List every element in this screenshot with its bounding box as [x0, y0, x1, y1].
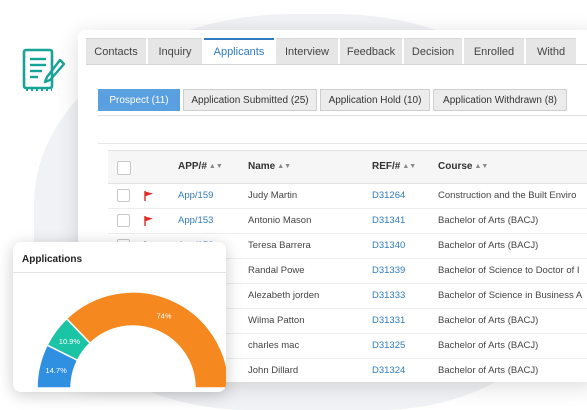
- column-header-course[interactable]: Course ▲▼: [438, 151, 488, 183]
- cell-ref-number[interactable]: D31333: [372, 283, 405, 308]
- cell-name: Alezabeth jorden: [248, 290, 320, 301]
- cell-ref-number[interactable]: D31340: [372, 233, 405, 258]
- status-pill-0[interactable]: Prospect (11): [98, 89, 180, 111]
- sort-icon: ▲▼: [208, 163, 223, 170]
- cell-course: Bachelor of Arts (BACJ): [438, 315, 539, 326]
- column-header-ref[interactable]: REF/# ▲▼: [372, 151, 416, 183]
- cell-name: charles mac: [248, 340, 300, 351]
- cell-name: Randal Powe: [248, 265, 305, 276]
- cell-name: John Dillard: [248, 365, 299, 376]
- tab-contacts[interactable]: Contacts: [86, 38, 146, 65]
- cell-course: Bachelor of Arts (BACJ): [438, 340, 539, 351]
- cell-name: Teresa Barrera: [248, 240, 311, 251]
- cell-ref-number[interactable]: D31339: [372, 258, 405, 283]
- status-pill-2[interactable]: Application Hold (10): [320, 89, 430, 111]
- cell-name: Wilma Patton: [248, 315, 305, 326]
- gauge-slice-2[interactable]: [65, 291, 226, 389]
- filter-divider: [98, 115, 587, 116]
- sort-icon: ▲▼: [474, 163, 489, 170]
- cell-course: Bachelor of Arts (BACJ): [438, 365, 539, 376]
- gauge-slice-label: 10.9%: [59, 337, 81, 346]
- applications-gauge-chart: 14.7% 10.9% 74%: [36, 291, 226, 389]
- cell-name: Judy Martin: [248, 190, 298, 201]
- table-row[interactable]: App/153 Antonio Mason D31341 Bachelor of Ar…: [108, 208, 587, 234]
- tab-feedback[interactable]: Feedback: [340, 38, 402, 65]
- tab-decision[interactable]: Decision: [404, 38, 462, 65]
- cell-app-number[interactable]: App/153: [178, 208, 213, 233]
- row-checkbox[interactable]: [117, 189, 130, 202]
- cell-ref-number[interactable]: D31324: [372, 358, 405, 382]
- tab-applicants[interactable]: Applicants: [204, 38, 274, 66]
- toolbar-divider: [98, 143, 587, 144]
- row-checkbox[interactable]: [117, 214, 130, 227]
- cell-ref-number[interactable]: D31264: [372, 183, 405, 208]
- table-row[interactable]: App/159 Judy Martin D31264 Construction and…: [108, 183, 587, 209]
- table-header: APP/# ▲▼ Name ▲▼ REF/# ▲▼ Course ▲▼: [108, 150, 587, 184]
- column-header-app[interactable]: APP/# ▲▼: [178, 151, 223, 183]
- tab-divider: [86, 64, 587, 65]
- applications-card: Applications 14.7% 10.9% 74%: [13, 242, 226, 392]
- status-pill-3[interactable]: Application Withdrawn (8): [433, 89, 567, 111]
- cell-ref-number[interactable]: D31331: [372, 308, 405, 333]
- tab-inquiry[interactable]: Inquiry: [148, 38, 202, 65]
- cell-name: Antonio Mason: [248, 215, 312, 226]
- gauge-slice-label: 14.7%: [45, 366, 67, 375]
- tab-withd[interactable]: Withd: [526, 38, 576, 65]
- status-pill-1[interactable]: Application Submitted (25): [183, 89, 317, 111]
- gauge-slice-label: 74%: [157, 311, 172, 320]
- cell-course: Bachelor of Arts (BACJ): [438, 215, 539, 226]
- cell-app-number[interactable]: App/159: [178, 183, 213, 208]
- sort-icon: ▲▼: [277, 163, 292, 170]
- tab-enrolled[interactable]: Enrolled: [464, 38, 524, 65]
- tab-interview[interactable]: Interview: [276, 38, 338, 65]
- document-edit-icon: [22, 48, 66, 91]
- cell-course: Bachelor of Arts (BACJ): [438, 240, 539, 251]
- cell-course: Bachelor of Science in Business A: [438, 290, 583, 301]
- tab-bar: Contacts Inquiry Applicants Interview Feedba…: [86, 38, 578, 66]
- select-all-checkbox[interactable]: [117, 161, 131, 175]
- cell-course: Construction and the Built Enviro: [438, 190, 577, 201]
- flag-icon[interactable]: [143, 215, 155, 227]
- cell-ref-number[interactable]: D31325: [372, 333, 405, 358]
- column-header-name[interactable]: Name ▲▼: [248, 151, 291, 183]
- sort-icon: ▲▼: [402, 163, 417, 170]
- flag-icon[interactable]: [143, 190, 155, 202]
- cell-ref-number[interactable]: D31341: [372, 208, 405, 233]
- cell-course: Bachelor of Science to Doctor of I: [438, 265, 580, 276]
- status-filter-bar: Prospect (11) Application Submitted (25) A…: [98, 89, 570, 111]
